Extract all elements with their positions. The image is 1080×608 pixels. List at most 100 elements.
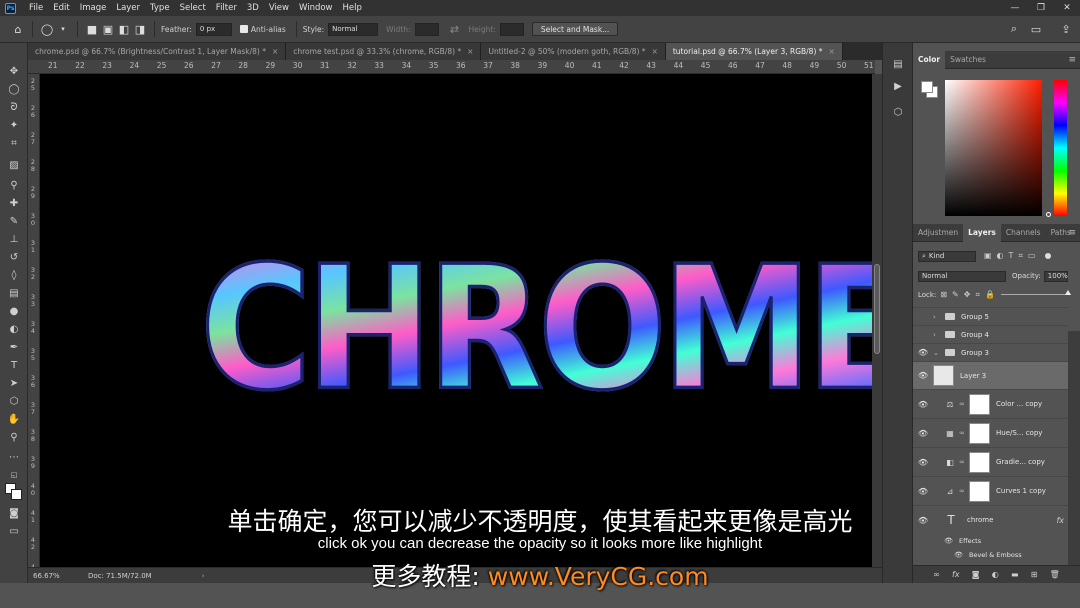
subtract-selection-icon[interactable]: ◧ (116, 21, 132, 37)
tab-adjustments[interactable]: Adjustmen (913, 224, 963, 242)
search-icon[interactable]: ⌕ (1006, 21, 1022, 37)
menu-image[interactable]: Image (75, 0, 112, 16)
dodge-tool-icon[interactable]: ◐ (5, 321, 23, 337)
visibility-toggle[interactable]: ● (913, 330, 933, 339)
close-tab-icon[interactable]: × (652, 47, 658, 56)
close-tab-icon[interactable]: × (829, 47, 835, 56)
saturation-brightness-field[interactable] (945, 80, 1042, 216)
document-canvas[interactable]: CHROME (40, 74, 872, 567)
link-icon[interactable]: ∞ (959, 400, 967, 408)
menu-3d[interactable]: 3D (242, 0, 264, 16)
filter-toggle-icon[interactable] (1044, 253, 1051, 259)
tab-chrome-test[interactable]: chrome test.psd @ 33.3% (chrome, RGB/8) … (286, 43, 482, 60)
feather-input[interactable]: 0 px (195, 22, 232, 36)
history-brush-icon[interactable]: ↺ (5, 249, 23, 265)
eraser-tool-icon[interactable]: ◊ (5, 267, 23, 283)
tab-layers[interactable]: Layers (963, 223, 1001, 242)
gradient-tool-icon[interactable]: ▤ (5, 285, 23, 301)
filter-kind-select[interactable]: ⌕ Kind (918, 250, 976, 262)
type-tool-icon[interactable]: T (5, 357, 23, 373)
hue-slider[interactable] (1054, 80, 1067, 216)
layer-row-color-copy[interactable]: 👁 ⚖ ∞ Color ... copy (913, 389, 1068, 418)
tab-color[interactable]: Color (913, 50, 946, 69)
select-and-mask-button[interactable]: Select and Mask... (531, 22, 619, 36)
restore-button[interactable]: ❐ (1028, 0, 1054, 16)
pen-tool-icon[interactable]: ✒ (5, 339, 23, 355)
default-colors-icon[interactable]: ◱ (5, 467, 23, 483)
layer-row-hue-saturation-copy[interactable]: 👁 ▦ ∞ Hue/S... copy (913, 418, 1068, 447)
edit-toolbar-icon[interactable]: ⋯ (5, 449, 23, 465)
tab-untitled-2[interactable]: Untitled-2 @ 50% (modern goth, RGB/8) * × (481, 43, 666, 60)
eye-icon[interactable]: 👁 (913, 458, 933, 467)
healing-brush-icon[interactable]: ✚ (5, 195, 23, 211)
menu-layer[interactable]: Layer (111, 0, 145, 16)
menu-file[interactable]: File (24, 0, 48, 16)
mask-thumbnail[interactable] (969, 451, 990, 473)
canvas-scrollbar[interactable] (872, 74, 882, 567)
visibility-toggle[interactable]: ● (913, 312, 933, 321)
marquee-tool-icon[interactable]: ◯ (5, 81, 23, 97)
link-icon[interactable]: ∞ (959, 458, 967, 466)
eyedropper-tool-icon[interactable]: ⚲ (5, 177, 23, 193)
eye-icon[interactable]: 👁 (913, 487, 933, 496)
scrollbar-thumb[interactable] (874, 264, 880, 354)
tool-preset-dropdown-icon[interactable]: ▾ (55, 21, 71, 37)
menu-window[interactable]: Window (294, 0, 338, 16)
frame-tool-icon[interactable]: ▨ (5, 157, 23, 173)
tab-channels[interactable]: Channels (1001, 224, 1046, 242)
home-icon[interactable]: ⌂ (10, 21, 26, 37)
background-color-swatch[interactable] (11, 489, 22, 500)
3d-panel-icon[interactable]: ⬡ (891, 107, 905, 121)
eye-icon[interactable]: 👁 (913, 400, 933, 409)
mask-thumbnail[interactable] (969, 422, 990, 444)
path-selection-icon[interactable]: ➤ (5, 375, 23, 391)
minimize-button[interactable]: — (1002, 0, 1028, 16)
menu-view[interactable]: View (264, 0, 294, 16)
expand-arrow-icon[interactable]: › (933, 331, 945, 339)
eye-icon[interactable]: 👁 (913, 371, 933, 380)
layer-row-layer-3[interactable]: 👁 Layer 3 (913, 361, 1068, 389)
link-icon[interactable]: ∞ (959, 429, 967, 437)
workspace-icon[interactable]: ▭ (1028, 21, 1044, 37)
blur-tool-icon[interactable]: ● (5, 303, 23, 319)
mask-thumbnail[interactable] (969, 393, 990, 415)
magic-wand-tool-icon[interactable]: ✦ (5, 117, 23, 133)
panel-menu-icon[interactable]: ≡ (1068, 55, 1076, 65)
clone-stamp-icon[interactable]: ⊥ (5, 231, 23, 247)
share-icon[interactable]: ⇪ (1058, 21, 1074, 37)
add-selection-icon[interactable]: ▣ (100, 21, 116, 37)
blend-mode-select[interactable]: Normal (918, 270, 1006, 282)
swap-dimensions-icon[interactable]: ⇄ (447, 21, 463, 37)
layer-row-gradient-copy[interactable]: 👁 ◧ ∞ Gradie... copy (913, 447, 1068, 476)
tab-chrome-psd[interactable]: chrome.psd @ 66.7% (Brightness/Contrast … (28, 43, 287, 60)
antialias-checkbox[interactable] (239, 25, 248, 33)
close-tab-icon[interactable]: × (467, 47, 473, 56)
opacity-input[interactable]: 100% (1043, 270, 1068, 282)
intersect-selection-icon[interactable]: ◨ (132, 21, 148, 37)
layer-row-curves-copy[interactable]: 👁 ⊿ ∞ Curves 1 copy (913, 476, 1068, 505)
layer-row-group-5[interactable]: ● › Group 5 (913, 307, 1068, 325)
height-input[interactable] (499, 22, 524, 36)
opacity-slider-track[interactable] (1001, 294, 1071, 295)
tab-tutorial[interactable]: tutorial.psd @ 66.7% (Layer 3, RGB/8) * × (665, 43, 843, 60)
new-selection-icon[interactable]: ■ (84, 21, 100, 37)
zoom-tool-icon[interactable]: ⚲ (5, 429, 23, 445)
menu-edit[interactable]: Edit (48, 0, 74, 16)
history-panel-icon[interactable]: ▤ (891, 59, 905, 73)
shape-tool-icon[interactable]: ⬡ (5, 393, 23, 409)
crop-tool-icon[interactable]: ⌗ (5, 135, 23, 151)
layer-row-group-4[interactable]: ● › Group 4 (913, 325, 1068, 343)
menu-filter[interactable]: Filter (211, 0, 242, 16)
lasso-tool-icon[interactable]: ᘐ (5, 99, 23, 115)
close-tab-icon[interactable]: × (272, 47, 278, 56)
mask-thumbnail[interactable] (969, 480, 990, 502)
width-input[interactable] (414, 22, 439, 36)
lock-icons[interactable]: ⊠✎✥⌗🔒 (940, 290, 1000, 300)
brush-tool-icon[interactable]: ✎ (5, 213, 23, 229)
collapse-arrow-icon[interactable]: ⌄ (933, 349, 945, 357)
menu-help[interactable]: Help (338, 0, 367, 16)
tab-swatches[interactable]: Swatches (945, 51, 991, 69)
opacity-slider-handle[interactable] (1065, 290, 1071, 295)
move-tool-icon[interactable]: ✥ (5, 63, 23, 79)
eye-icon[interactable]: 👁 (913, 348, 933, 357)
